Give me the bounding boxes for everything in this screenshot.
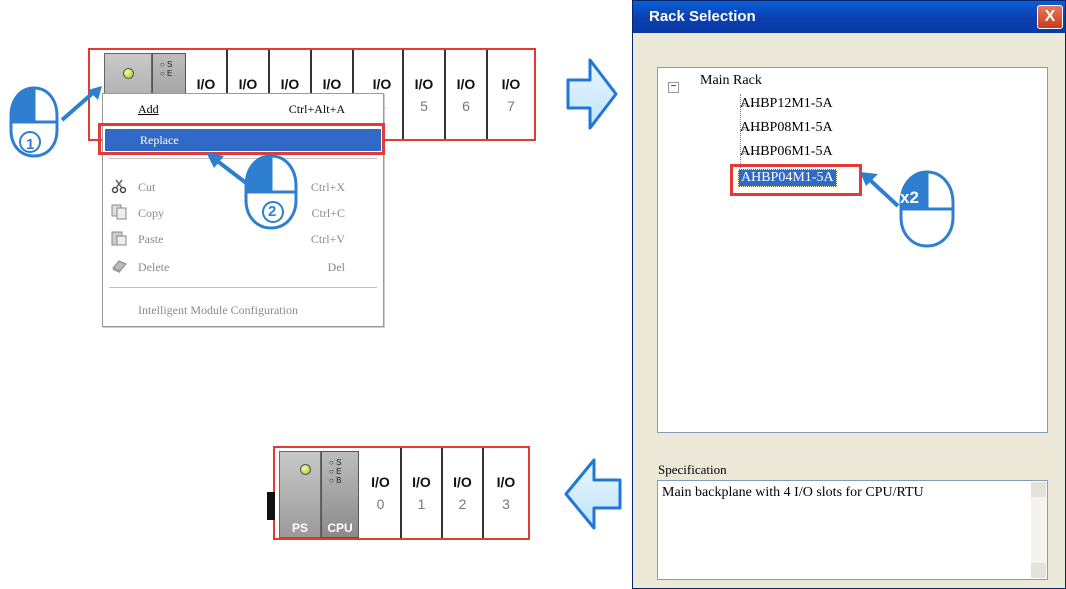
menu-item-shortcut: Ctrl+Alt+A <box>288 102 345 116</box>
rack-connector <box>267 492 275 520</box>
dialog-titlebar[interactable]: Rack Selection X <box>633 1 1065 33</box>
cpu-label: CPU <box>327 521 353 535</box>
menu-item-add[interactable]: Add Ctrl+Alt+A <box>103 98 383 120</box>
menu-item-label: Cut <box>138 180 156 194</box>
scroll-down-button[interactable] <box>1031 563 1046 578</box>
dialog-title: Rack Selection <box>649 8 756 25</box>
copy-icon <box>111 204 127 220</box>
slot-io-label: I/O <box>412 474 431 490</box>
specification-label: Specification <box>658 462 727 477</box>
menu-item-label: Intelligent Module Configuration <box>138 303 298 317</box>
pointer-arrow-icon <box>60 86 102 122</box>
tree-node-rack-model[interactable]: AHBP12M1-5A <box>740 96 833 112</box>
slot-io-label: I/O <box>453 474 472 490</box>
arrow-left-icon <box>564 458 622 530</box>
scissors-icon <box>111 179 127 194</box>
tree-collapse-toggle[interactable]: − <box>668 82 679 93</box>
slot-number: 0 <box>376 496 385 512</box>
menu-item-intelligent-module-configuration[interactable]: Intelligent Module Configuration <box>103 299 383 321</box>
slot-io-label: I/O <box>371 474 390 490</box>
slot-io-label: I/O <box>280 76 300 92</box>
rack-selection-dialog: Rack Selection X − Main Rack AHBP12M1-5A… <box>632 0 1066 589</box>
menu-item-shortcut: Ctrl+C <box>311 206 345 220</box>
slot-io-label: I/O <box>414 76 434 92</box>
cpu-status-leds: ○ S ○ E <box>160 60 173 78</box>
double-click-label: x2 <box>900 188 919 207</box>
rack-slot-2[interactable]: I/O 2 <box>443 448 484 538</box>
rack-slot-5[interactable]: I/O 5 <box>404 50 446 139</box>
tree-node-main-rack[interactable]: Main Rack <box>700 73 762 89</box>
rack-slot-7[interactable]: I/O 7 <box>488 50 534 139</box>
menu-item-label: Add <box>138 102 159 116</box>
slot-number: 2 <box>458 496 467 512</box>
arrow-right-icon <box>566 58 618 130</box>
cpu-module[interactable]: ○ S ○ E ○ B CPU <box>321 451 359 538</box>
slot-number: 5 <box>420 98 428 114</box>
step-2-number: 2 <box>268 203 277 220</box>
cpu-led-label: E <box>336 467 342 476</box>
scroll-up-button[interactable] <box>1031 482 1046 497</box>
slot-io-label: I/O <box>456 76 476 92</box>
slot-io-label: I/O <box>322 76 342 92</box>
close-button[interactable]: X <box>1037 5 1063 29</box>
slot-io-label: I/O <box>496 474 516 490</box>
slot-io-label: I/O <box>501 76 521 92</box>
pointer-arrow-icon <box>860 172 900 208</box>
slot-number: 7 <box>507 98 515 114</box>
paste-icon <box>111 231 127 246</box>
slot-number: 1 <box>417 496 426 512</box>
rack-slot-3[interactable]: I/O 3 <box>484 448 528 538</box>
eraser-icon <box>112 260 127 273</box>
cpu-led-label: B <box>336 476 342 485</box>
slot-io-label: I/O <box>196 76 216 92</box>
selected-rack-highlight <box>730 164 862 196</box>
menu-item-shortcut: Del <box>327 260 345 274</box>
slot-number: 6 <box>462 98 470 114</box>
ps-label: PS <box>291 521 308 535</box>
rack-tree[interactable]: − Main Rack AHBP12M1-5A AHBP08M1-5A AHBP… <box>657 67 1048 433</box>
menu-item-label: Copy <box>138 206 165 220</box>
slot-io-label: I/O <box>238 76 258 92</box>
menu-item-label: Delete <box>138 260 170 274</box>
ps-led <box>123 68 134 79</box>
ps-module[interactable]: PS <box>279 451 321 538</box>
tree-node-rack-model[interactable]: AHBP06M1-5A <box>740 144 833 160</box>
rack-slot-0[interactable]: I/O 0 <box>361 448 402 538</box>
cpu-status-leds: ○ S ○ E ○ B <box>329 458 342 485</box>
step-1-number: 1 <box>26 136 35 153</box>
ps-led <box>300 464 311 475</box>
slot-number: 3 <box>502 496 510 512</box>
specification-box: Main backplane with 4 I/O slots for CPU/… <box>657 480 1048 580</box>
bottom-rack: PS ○ S ○ E ○ B CPU I/O 0 I/O 1 I/O 2 I/O… <box>267 446 530 540</box>
rack-slot-1[interactable]: I/O 1 <box>402 448 443 538</box>
specification-text: Main backplane with 4 I/O slots for CPU/… <box>662 485 924 500</box>
mouse-double-click-icon <box>899 170 955 248</box>
rack-slot-6[interactable]: I/O 6 <box>446 50 488 139</box>
menu-item-delete[interactable]: Delete Del <box>103 256 383 278</box>
menu-item-shortcut: Ctrl+V <box>310 232 345 246</box>
menu-item-paste[interactable]: Paste Ctrl+V <box>103 228 383 250</box>
menu-item-shortcut: Ctrl+X <box>310 180 345 194</box>
vertical-scrollbar[interactable] <box>1031 482 1046 578</box>
slot-io-label: I/O <box>372 76 392 92</box>
menu-item-label: Paste <box>138 232 164 246</box>
menu-separator <box>109 287 377 288</box>
cpu-led-label: S <box>336 458 342 467</box>
tree-node-rack-model[interactable]: AHBP08M1-5A <box>740 120 833 136</box>
